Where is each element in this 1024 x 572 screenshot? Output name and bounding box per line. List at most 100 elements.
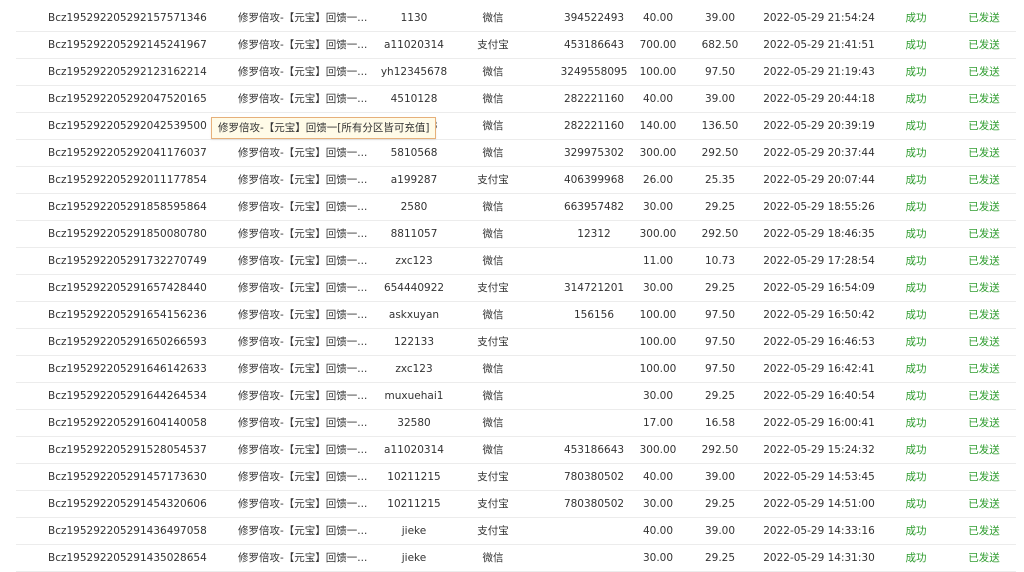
order-time-cell: 2022-05-29 15:24:32 (763, 444, 875, 456)
payment-status-cell: 成功 (905, 120, 927, 132)
game-account-cell: 32580 (397, 417, 431, 429)
amount-cell: 300.00 (639, 444, 677, 456)
order-time-cell: 2022-05-29 21:54:24 (763, 12, 875, 24)
game-account-cell: 4510128 (390, 93, 438, 105)
amount-cell: 30.00 (642, 201, 674, 213)
order-time-cell: 2022-05-29 14:53:45 (763, 471, 875, 483)
ship-status-cell: 已发送 (968, 174, 1000, 186)
payment-status-cell: 成功 (905, 471, 927, 483)
table-row[interactable]: Bcz195292205291528054537 修罗倍攻-【元宝】回馈一... a… (16, 437, 1016, 464)
amount-cell: 140.00 (639, 120, 677, 132)
product-name-cell[interactable]: 修罗倍攻-【元宝】回馈一... (238, 410, 368, 436)
table-row[interactable]: Bcz195292205292123162214 修罗倍攻-【元宝】回馈一... y… (16, 59, 1016, 86)
product-name-cell[interactable]: 修罗倍攻-【元宝】回馈一... (238, 491, 368, 517)
table-row[interactable]: Bcz195292205291436497058 修罗倍攻-【元宝】回馈一... j… (16, 518, 1016, 545)
table-row[interactable]: Bcz195292205291850080780 修罗倍攻-【元宝】回馈一... 8… (16, 221, 1016, 248)
amount-cell: 40.00 (642, 93, 674, 105)
product-name-cell[interactable]: 修罗倍攻-【元宝】回馈一... (238, 302, 368, 328)
product-name-cell[interactable]: 修罗倍攻-【元宝】回馈一... (238, 5, 368, 31)
table-row[interactable]: Bcz195292205291457173630 修罗倍攻-【元宝】回馈一... 1… (16, 464, 1016, 491)
amount-cell: 40.00 (642, 471, 674, 483)
order-time-cell: 2022-05-29 20:37:44 (763, 147, 875, 159)
table-row[interactable]: Bcz195292205292145241967 修罗倍攻-【元宝】回馈一... a… (16, 32, 1016, 59)
table-row[interactable]: Bcz195292205291435028654 修罗倍攻-【元宝】回馈一... j… (16, 545, 1016, 572)
amount-cell: 30.00 (642, 282, 674, 294)
product-name-cell[interactable]: 修罗倍攻-【元宝】回馈一... (238, 545, 368, 571)
ship-status-cell: 已发送 (968, 147, 1000, 159)
product-name-cell[interactable]: 修罗倍攻-【元宝】回馈一... (238, 140, 368, 166)
product-name-cell[interactable]: 修罗倍攻-【元宝】回馈一... (238, 167, 368, 193)
amount-cell: 700.00 (639, 39, 677, 51)
order-time-cell: 2022-05-29 16:46:53 (763, 336, 875, 348)
product-name-cell[interactable]: 修罗倍攻-【元宝】回馈一... (238, 194, 368, 220)
ship-status-cell: 已发送 (968, 282, 1000, 294)
paid-amount-cell: 10.73 (704, 255, 736, 267)
ship-status-cell: 已发送 (968, 309, 1000, 321)
order-id-cell: Bcz195292205291858595864 (48, 201, 207, 213)
product-name-cell[interactable]: 修罗倍攻-【元宝】回馈一... (238, 329, 368, 355)
amount-cell: 30.00 (642, 552, 674, 564)
order-time-cell: 2022-05-29 16:40:54 (763, 390, 875, 402)
order-id-cell: Bcz195292205291850080780 (48, 228, 207, 240)
ship-status-cell: 已发送 (968, 363, 1000, 375)
paid-amount-cell: 97.50 (704, 363, 736, 375)
product-name-cell[interactable]: 修罗倍攻-【元宝】回馈一... (238, 356, 368, 382)
ship-status-cell: 已发送 (968, 336, 1000, 348)
table-row[interactable]: Bcz195292205292047520165 修罗倍攻-【元宝】回馈一... 4… (16, 86, 1016, 113)
paid-amount-cell: 29.25 (704, 390, 736, 402)
table-row[interactable]: Bcz195292205292041176037 修罗倍攻-【元宝】回馈一... 5… (16, 140, 1016, 167)
ship-status-cell: 已发送 (968, 444, 1000, 456)
payment-method-cell: 支付宝 (477, 174, 509, 186)
table-row[interactable]: Bcz195292205292042539500修罗倍攻-【元宝】回馈一...4… (16, 113, 1016, 140)
game-account-cell: zxc123 (395, 255, 433, 267)
game-account-cell: 5810568 (390, 147, 438, 159)
product-name-cell[interactable]: 修罗倍攻-【元宝】回馈一... (238, 32, 368, 58)
table-row[interactable]: Bcz195292205292011177854 修罗倍攻-【元宝】回馈一... a… (16, 167, 1016, 194)
product-name-cell[interactable]: 修罗倍攻-【元宝】回馈一... (238, 275, 368, 301)
product-name-cell[interactable]: 修罗倍攻-【元宝】回馈一... (238, 86, 368, 112)
amount-cell: 11.00 (642, 255, 674, 267)
ship-status-cell: 已发送 (968, 12, 1000, 24)
table-row[interactable]: Bcz195292205291454320606 修罗倍攻-【元宝】回馈一... 1… (16, 491, 1016, 518)
product-tooltip: 修罗倍攻-【元宝】回馈一[所有分区皆可充值] (211, 117, 437, 139)
product-name-cell[interactable]: 修罗倍攻-【元宝】回馈一... (238, 437, 368, 463)
game-account-cell: a11020314 (384, 39, 444, 51)
paid-amount-cell: 29.25 (704, 498, 736, 510)
order-id-cell: Bcz195292205291654156236 (48, 309, 207, 321)
payment-status-cell: 成功 (905, 228, 927, 240)
table-row[interactable]: Bcz195292205291732270749 修罗倍攻-【元宝】回馈一... z… (16, 248, 1016, 275)
table-row[interactable]: Bcz195292205291858595864 修罗倍攻-【元宝】回馈一... 2… (16, 194, 1016, 221)
payment-status-cell: 成功 (905, 552, 927, 564)
product-name-cell[interactable]: 修罗倍攻-【元宝】回馈一... (238, 518, 368, 544)
game-account-cell: 122133 (393, 336, 435, 348)
product-name-cell[interactable]: 修罗倍攻-【元宝】回馈一... (238, 248, 368, 274)
product-name-cell[interactable]: 修罗倍攻-【元宝】回馈一... (238, 59, 368, 85)
game-account-cell: muxuehai1 (384, 390, 444, 402)
table-row[interactable]: Bcz195292205291654156236 修罗倍攻-【元宝】回馈一... a… (16, 302, 1016, 329)
table-row[interactable]: Bcz195292205291657428440 修罗倍攻-【元宝】回馈一... 6… (16, 275, 1016, 302)
order-time-cell: 2022-05-29 14:51:00 (763, 498, 875, 510)
order-id-cell: Bcz195292205292042539500 (48, 120, 207, 132)
game-account-cell: 1130 (400, 12, 428, 24)
game-account-cell: yh12345678 (380, 66, 448, 78)
paid-amount-cell: 292.50 (701, 228, 739, 240)
order-id-cell: Bcz195292205292123162214 (48, 66, 207, 78)
payment-method-cell: 微信 (482, 417, 504, 429)
payment-status-cell: 成功 (905, 363, 927, 375)
product-name-cell[interactable]: 修罗倍攻-【元宝】回馈一... (238, 383, 368, 409)
order-time-cell: 2022-05-29 18:46:35 (763, 228, 875, 240)
product-name-cell[interactable]: 修罗倍攻-【元宝】回馈一... (238, 221, 368, 247)
game-account-cell: a199287 (390, 174, 438, 186)
table-row[interactable]: Bcz195292205291644264534 修罗倍攻-【元宝】回馈一... m… (16, 383, 1016, 410)
table-row[interactable]: Bcz195292205291646142633 修罗倍攻-【元宝】回馈一... z… (16, 356, 1016, 383)
payment-method-cell: 微信 (482, 201, 504, 213)
order-id-cell: Bcz195292205292047520165 (48, 93, 207, 105)
payment-method-cell: 微信 (482, 255, 504, 267)
paid-amount-cell: 39.00 (704, 471, 736, 483)
product-name-cell[interactable]: 修罗倍攻-【元宝】回馈一... (238, 464, 368, 490)
table-row[interactable]: Bcz195292205291650266593 修罗倍攻-【元宝】回馈一... 1… (16, 329, 1016, 356)
table-row[interactable]: Bcz195292205292157571346 修罗倍攻-【元宝】回馈一... 1… (16, 5, 1016, 32)
payment-status-cell: 成功 (905, 201, 927, 213)
table-row[interactable]: Bcz195292205291604140058 修罗倍攻-【元宝】回馈一... 3… (16, 410, 1016, 437)
payment-status-cell: 成功 (905, 93, 927, 105)
